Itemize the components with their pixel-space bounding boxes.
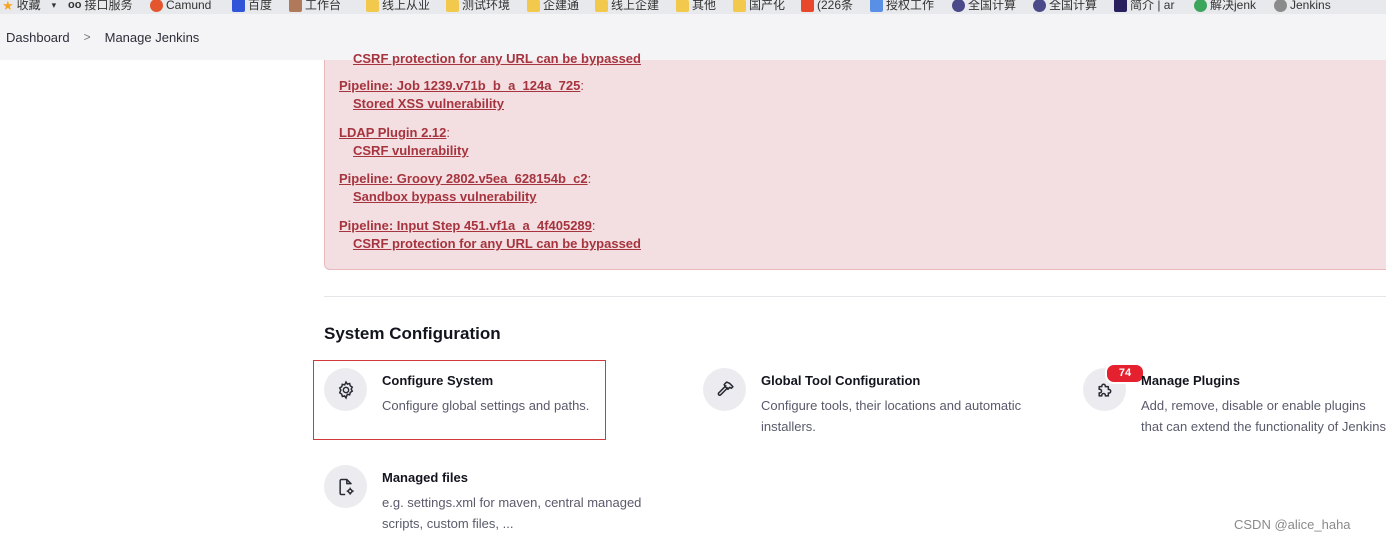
baidu-icon bbox=[232, 0, 245, 12]
tile-title: Managed files bbox=[382, 470, 468, 485]
bookmark-item[interactable]: 国产化 bbox=[733, 0, 785, 14]
tile-description: Add, remove, disable or enable plugins t… bbox=[1141, 398, 1386, 434]
folder-icon bbox=[733, 0, 746, 12]
warning-plugin-link[interactable]: Pipeline: Job 1239.v71b_b_a_124a_725 bbox=[339, 78, 580, 93]
breadcrumb-separator: > bbox=[83, 30, 91, 44]
camunda-icon bbox=[150, 0, 163, 12]
star-icon: ★ bbox=[2, 0, 14, 13]
tile-title: Global Tool Configuration bbox=[761, 373, 921, 388]
jenkins-icon bbox=[1274, 0, 1287, 12]
plugin-updates-badge: 74 bbox=[1105, 363, 1145, 384]
global-tool-configuration-tile[interactable]: Global Tool Configuration Configure tool… bbox=[703, 368, 1063, 438]
bookmark-item[interactable]: 全国计算 bbox=[952, 0, 1016, 14]
bookmark-item[interactable]: 企建通 bbox=[527, 0, 579, 14]
folder-icon bbox=[676, 0, 689, 12]
bookmark-item[interactable]: Camund bbox=[150, 0, 211, 14]
bookmark-item[interactable]: 线上企建 bbox=[595, 0, 659, 14]
bookmark-item[interactable]: 百度 bbox=[232, 0, 272, 14]
folder-icon bbox=[366, 0, 379, 12]
tile-title: Manage Plugins bbox=[1141, 373, 1240, 388]
warning-issue-link[interactable]: CSRF vulnerability bbox=[339, 142, 469, 160]
manage-plugins-tile[interactable]: 74 Manage Plugins Add, remove, disable o… bbox=[1083, 363, 1386, 438]
warning-item: Pipeline: Input Step 451.vf1a_a_4f405289… bbox=[339, 218, 641, 253]
puzzle-icon bbox=[870, 0, 883, 12]
breadcrumb-dashboard[interactable]: Dashboard bbox=[0, 30, 70, 45]
bookmark-item[interactable]: (226条 bbox=[801, 0, 853, 14]
bookmark-item[interactable]: 授权工作 bbox=[870, 0, 934, 14]
globe-icon bbox=[1033, 0, 1046, 12]
bookmark-item[interactable]: 测试环境 bbox=[446, 0, 510, 14]
warning-plugin-link[interactable]: Pipeline: Input Step 451.vf1a_a_4f405289 bbox=[339, 218, 592, 233]
folder-icon bbox=[527, 0, 540, 12]
security-warnings-panel: CSRF protection for any URL can be bypas… bbox=[324, 51, 1386, 270]
watermark: CSDN @alice_haha bbox=[1234, 517, 1351, 532]
warning-item: CSRF protection for any URL can be bypas… bbox=[339, 50, 641, 68]
managed-files-tile[interactable]: Managed files e.g. settings.xml for mave… bbox=[324, 465, 684, 535]
bookmarks-bar: ★ 收藏 ▾ oo 接口服务 Camund 百度 工作台 线上从业 测试环境 企建通 … bbox=[0, 0, 1386, 14]
tile-description: e.g. settings.xml for maven, central man… bbox=[382, 495, 642, 531]
bookmark-item[interactable]: oo 接口服务 bbox=[68, 0, 132, 14]
tile-description: Configure tools, their locations and aut… bbox=[761, 398, 1022, 434]
bookmark-favorites[interactable]: ★ 收藏 ▾ bbox=[2, 0, 56, 14]
c-icon bbox=[1194, 0, 1207, 12]
warning-item: Pipeline: Job 1239.v71b_b_a_124a_725: St… bbox=[339, 78, 585, 113]
bookmark-item[interactable]: 解决jenk bbox=[1194, 0, 1256, 14]
bookmark-item[interactable]: 线上从业 bbox=[366, 0, 430, 14]
csdn-icon bbox=[801, 0, 814, 12]
warning-issue-link[interactable]: Stored XSS vulnerability bbox=[339, 95, 584, 113]
avatar-icon bbox=[289, 0, 302, 12]
folder-icon bbox=[595, 0, 608, 12]
folder-icon bbox=[446, 0, 459, 12]
warning-issue-link[interactable]: CSRF protection for any URL can be bypas… bbox=[339, 235, 641, 253]
warning-plugin-link[interactable]: Pipeline: Groovy 2802.v5ea_628154b_c2 bbox=[339, 171, 588, 186]
globe-icon bbox=[952, 0, 965, 12]
warning-issue-link[interactable]: Sandbox bypass vulnerability bbox=[339, 188, 591, 206]
bookmark-item[interactable]: Jenkins bbox=[1274, 0, 1331, 14]
section-divider bbox=[324, 296, 1386, 297]
warning-plugin-link[interactable]: LDAP Plugin 2.12 bbox=[339, 125, 446, 140]
warning-item: Pipeline: Groovy 2802.v5ea_628154b_c2: S… bbox=[339, 171, 592, 206]
hammer-icon bbox=[703, 368, 746, 411]
breadcrumb: Dashboard > Manage Jenkins bbox=[0, 14, 1386, 60]
file-gear-icon bbox=[324, 465, 367, 508]
highlight-annotation bbox=[313, 360, 606, 440]
warning-issue-link[interactable]: CSRF protection for any URL can be bypas… bbox=[339, 50, 641, 68]
section-title: System Configuration bbox=[324, 324, 501, 343]
owl-icon: oo bbox=[68, 0, 82, 11]
bookmark-item[interactable]: 简介 | ar bbox=[1114, 0, 1174, 14]
bookmark-item[interactable]: 工作台 bbox=[289, 0, 341, 14]
warning-item: LDAP Plugin 2.12: CSRF vulnerability bbox=[339, 125, 469, 160]
ar-icon bbox=[1114, 0, 1127, 12]
breadcrumb-manage-jenkins[interactable]: Manage Jenkins bbox=[105, 30, 200, 45]
bookmark-item[interactable]: 其他 bbox=[676, 0, 716, 14]
bookmark-item[interactable]: 全国计算 bbox=[1033, 0, 1097, 14]
chevron-down-icon: ▾ bbox=[51, 0, 57, 10]
